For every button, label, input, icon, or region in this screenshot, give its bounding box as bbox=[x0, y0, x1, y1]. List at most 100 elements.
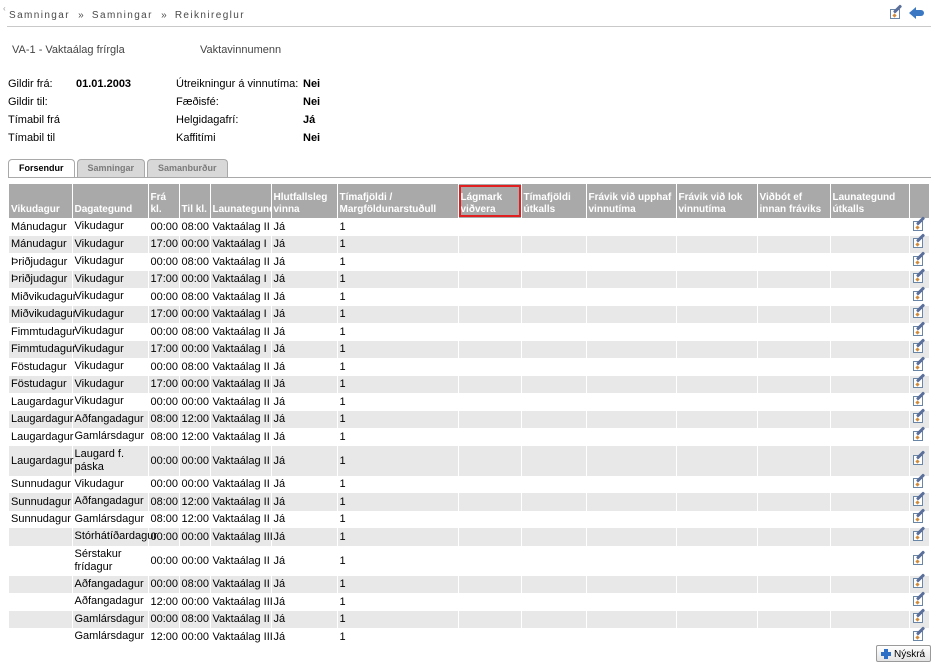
table-cell bbox=[830, 288, 910, 306]
table-cell bbox=[676, 235, 758, 253]
edit-icon[interactable] bbox=[912, 356, 926, 372]
table-cell: Vikudagur bbox=[72, 253, 149, 271]
column-header[interactable]: Launategund bbox=[210, 184, 275, 218]
info-label-valid-from: Gildir frá: bbox=[8, 78, 53, 90]
table-row: Sérstakur frídagur 00:00 00:00 Vaktaálag II… bbox=[9, 545, 930, 576]
table-cell: 1 bbox=[337, 475, 459, 493]
column-header[interactable]: Tímafjöldi / Margföldunarstuðull bbox=[337, 184, 459, 218]
edit-icon[interactable] bbox=[912, 526, 926, 542]
table-cell bbox=[521, 510, 587, 528]
table-cell bbox=[676, 410, 758, 428]
edit-icon[interactable] bbox=[912, 286, 926, 302]
table-cell bbox=[521, 393, 587, 411]
column-header[interactable]: Frá kl. bbox=[148, 184, 180, 218]
edit-icon[interactable] bbox=[912, 449, 926, 466]
column-header[interactable]: Vikudagur bbox=[9, 184, 73, 218]
tab-forsendur[interactable]: Forsendur bbox=[8, 159, 75, 178]
table-cell bbox=[676, 375, 758, 393]
column-header[interactable]: Viðbót ef innan fráviks bbox=[757, 184, 831, 218]
table-cell: Vikudagur bbox=[72, 235, 149, 253]
breadcrumb-item[interactable]: Samningar bbox=[92, 10, 153, 21]
table-cell: Já bbox=[271, 610, 338, 628]
table-cell: Sunnudagur bbox=[9, 510, 73, 528]
edit-icon[interactable] bbox=[912, 508, 926, 524]
table-cell bbox=[676, 358, 758, 376]
back-arrow-icon[interactable] bbox=[909, 7, 925, 20]
edit-icon[interactable] bbox=[912, 391, 926, 407]
edit-icon[interactable] bbox=[912, 268, 926, 284]
table-cell: 08:00 bbox=[148, 510, 180, 528]
edit-icon[interactable] bbox=[912, 426, 926, 442]
column-header[interactable]: Hlutfallsleg vinna bbox=[271, 184, 338, 218]
table-cell bbox=[676, 288, 758, 306]
edit-icon[interactable] bbox=[912, 549, 926, 566]
edit-icon[interactable] bbox=[912, 591, 926, 607]
table-cell bbox=[458, 235, 522, 253]
table-cell bbox=[830, 358, 910, 376]
table-cell: 1 bbox=[337, 288, 459, 306]
table-cell bbox=[676, 475, 758, 493]
table-cell: 17:00 bbox=[148, 270, 180, 288]
column-header[interactable]: Frávik við upphaf vinnutíma bbox=[586, 184, 677, 218]
table-cell: 1 bbox=[337, 528, 459, 546]
table-cell-actions bbox=[909, 321, 930, 341]
table-cell bbox=[521, 475, 587, 493]
column-header[interactable]: Launategund útkalls bbox=[830, 184, 910, 218]
table-cell-actions bbox=[909, 268, 930, 288]
breadcrumb-item[interactable]: Samningar bbox=[9, 10, 70, 21]
tab-samningar[interactable]: Samningar bbox=[76, 159, 146, 177]
table-cell: Vaktaálag II bbox=[210, 218, 272, 236]
edit-icon[interactable] bbox=[912, 608, 926, 624]
table-cell: 1 bbox=[337, 628, 459, 646]
table-cell bbox=[830, 493, 910, 511]
edit-icon[interactable] bbox=[912, 491, 926, 507]
table-cell bbox=[458, 510, 522, 528]
column-header[interactable]: Tímafjöldi útkalls bbox=[521, 184, 587, 218]
table-cell: 00:00 bbox=[148, 358, 180, 376]
table-cell: 1 bbox=[337, 393, 459, 411]
table-cell bbox=[757, 545, 831, 576]
table-body: Mánudagur Vikudagur 00:00 08:00 Vaktaálag II… bbox=[9, 216, 930, 646]
table-cell: Mánudagur bbox=[9, 235, 73, 253]
info-value-valid-from: 01.01.2003 bbox=[76, 78, 132, 90]
edit-icon[interactable] bbox=[912, 408, 926, 424]
edit-icon[interactable] bbox=[912, 626, 926, 642]
new-record-button[interactable]: Nýskrá bbox=[876, 645, 932, 662]
edit-icon[interactable] bbox=[912, 573, 926, 589]
edit-icon[interactable] bbox=[912, 233, 926, 249]
table-cell bbox=[830, 445, 910, 476]
collapse-marker-icon[interactable]: ‹ bbox=[3, 4, 6, 13]
edit-icon[interactable] bbox=[912, 216, 926, 232]
table-cell bbox=[458, 610, 522, 628]
table-cell-actions bbox=[909, 545, 930, 576]
column-header-highlighted[interactable]: Lágmark viðvera bbox=[458, 184, 522, 218]
table-cell: 12:00 bbox=[179, 493, 211, 511]
table-cell: Föstudagur bbox=[9, 375, 73, 393]
table-cell bbox=[676, 510, 758, 528]
table-row: Mánudagur Vikudagur 17:00 00:00 Vaktaálag IJ… bbox=[9, 233, 930, 253]
table-row: Sunnudagur Aðfangadagur 08:00 12:00 Vaktaála… bbox=[9, 491, 930, 511]
table-cell bbox=[586, 575, 677, 593]
column-header[interactable]: Frávik við lok vinnutíma bbox=[676, 184, 758, 218]
table-row: Föstudagur Vikudagur 00:00 08:00 Vaktaálag I… bbox=[9, 356, 930, 376]
edit-icon[interactable] bbox=[912, 373, 926, 389]
tab-samanburdur[interactable]: Samanburður bbox=[147, 159, 228, 177]
column-header[interactable]: Dagategund bbox=[72, 184, 149, 218]
edit-icon[interactable] bbox=[912, 321, 926, 337]
edit-icon[interactable] bbox=[912, 251, 926, 267]
table-cell: 1 bbox=[337, 593, 459, 611]
edit-icon[interactable] bbox=[912, 473, 926, 489]
table-cell: 1 bbox=[337, 575, 459, 593]
table-cell: 12:00 bbox=[148, 628, 180, 646]
edit-icon[interactable] bbox=[889, 4, 903, 20]
edit-icon[interactable] bbox=[912, 303, 926, 319]
table-cell bbox=[586, 410, 677, 428]
table-cell bbox=[757, 510, 831, 528]
table-cell: Já bbox=[271, 410, 338, 428]
column-header[interactable]: Til kl. bbox=[179, 184, 211, 218]
table-cell: Vikudagur bbox=[72, 340, 149, 358]
table-cell: Vaktaálag I bbox=[210, 235, 272, 253]
table-cell bbox=[521, 235, 587, 253]
edit-icon[interactable] bbox=[912, 338, 926, 354]
table-cell bbox=[521, 375, 587, 393]
